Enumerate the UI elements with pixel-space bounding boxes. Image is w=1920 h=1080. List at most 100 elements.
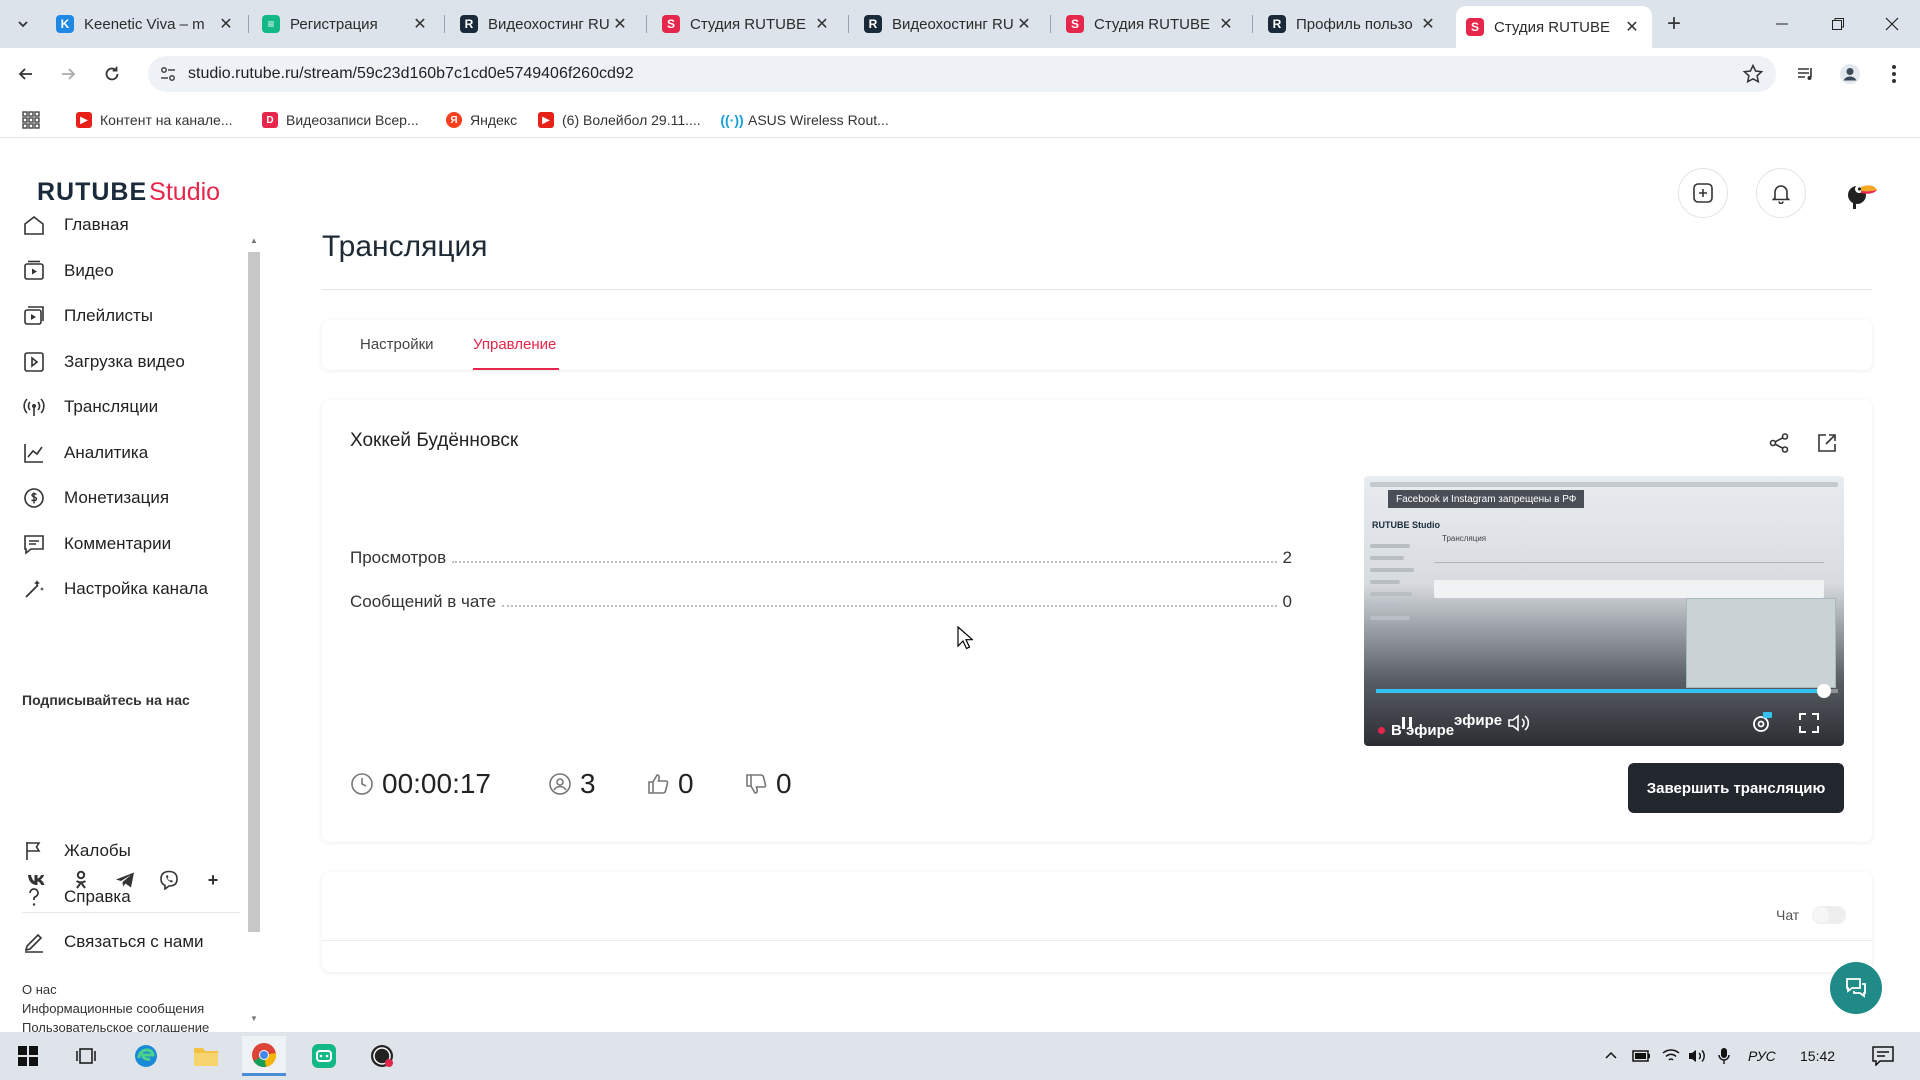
new-tab-button[interactable]: + — [1660, 10, 1688, 38]
task-view-button[interactable] — [64, 1036, 108, 1076]
sidebar: Главная Видео Плейлисты Загрузка видео Т… — [0, 215, 250, 1032]
preview-sidebar-line — [1370, 580, 1400, 584]
browser-menu-button[interactable] — [1878, 58, 1910, 90]
apps-button[interactable] — [22, 110, 40, 130]
sidebar-item-analytics[interactable]: Аналитика — [22, 438, 148, 468]
volume-tray-icon[interactable] — [1688, 1046, 1708, 1066]
reload-button[interactable] — [96, 58, 128, 90]
browser-tab[interactable]: ≡ Регистрация ✕ — [252, 6, 440, 42]
fullscreen-button[interactable] — [1796, 710, 1822, 736]
footer-link-about[interactable]: О нас — [22, 982, 57, 997]
rutube-favicon-icon: R — [864, 15, 882, 33]
back-button[interactable] — [10, 58, 42, 90]
window-close-button[interactable] — [1864, 0, 1920, 48]
sidebar-item-video[interactable]: Видео — [22, 256, 114, 286]
quality-settings-button[interactable] — [1748, 710, 1774, 736]
sidebar-item-help[interactable]: Справка — [22, 882, 131, 912]
close-icon[interactable]: ✕ — [410, 14, 430, 34]
sidebar-item-home[interactable]: Главная — [22, 210, 129, 240]
tab-separator — [646, 15, 647, 33]
sidebar-item-channel-settings[interactable]: Настройка канала — [22, 574, 208, 604]
rutube-studio-logo[interactable]: RUTUBE Studio — [37, 178, 220, 207]
bookmark-star-icon[interactable] — [1742, 63, 1764, 85]
scroll-down-arrow[interactable]: ▼ — [248, 1014, 260, 1026]
notification-center-button[interactable] — [1872, 1046, 1894, 1066]
minimize-button[interactable] — [1754, 0, 1810, 48]
close-icon[interactable]: ✕ — [812, 14, 832, 34]
explorer-taskbar-button[interactable] — [184, 1036, 228, 1076]
bookmark-item[interactable]: D Видеозаписи Всер... — [262, 110, 419, 130]
tab-management[interactable]: Управление — [473, 336, 556, 353]
browser-tab[interactable]: S Студия RUTUBE ✕ — [1056, 6, 1246, 42]
close-icon[interactable]: ✕ — [216, 14, 236, 34]
open-external-button[interactable] — [1812, 428, 1842, 458]
tab-search-button[interactable] — [8, 9, 38, 39]
sidebar-item-upload[interactable]: Загрузка видео — [22, 347, 185, 377]
end-stream-button[interactable]: Завершить трансляцию — [1628, 763, 1844, 813]
sidebar-item-comments[interactable]: Комментарии — [22, 529, 171, 559]
forward-button[interactable] — [52, 58, 84, 90]
player-progress-knob[interactable] — [1817, 684, 1832, 698]
keenetic-favicon-icon: K — [56, 15, 74, 33]
sidebar-item-label: Загрузка видео — [64, 352, 185, 371]
sidebar-scrollbar[interactable] — [248, 252, 260, 932]
edge-taskbar-button[interactable] — [124, 1036, 168, 1076]
sidebar-item-contact[interactable]: Связаться с нами — [22, 927, 204, 957]
sidebar-item-broadcasts[interactable]: Трансляции — [22, 392, 158, 422]
profile-button[interactable] — [1834, 58, 1866, 90]
close-icon[interactable]: ✕ — [1418, 14, 1438, 34]
bookmark-item[interactable]: Я Яндекс — [446, 110, 517, 130]
footer-link-agreement[interactable]: Пользовательское соглашение — [22, 1020, 209, 1032]
sidebar-item-complaints[interactable]: Жалобы — [22, 836, 131, 866]
support-chat-button[interactable] — [1830, 962, 1882, 1014]
windows-logo-icon — [18, 1046, 38, 1066]
obs-taskbar-button[interactable] — [360, 1036, 404, 1076]
browser-tab[interactable]: R Видеохостинг RU ✕ — [854, 6, 1044, 42]
notifications-button[interactable] — [1756, 168, 1806, 218]
avatar[interactable] — [1836, 168, 1886, 218]
battery-tray-icon[interactable] — [1632, 1046, 1652, 1066]
scroll-up-arrow[interactable]: ▲ — [248, 236, 260, 248]
browser-tab[interactable]: K Keenetic Viva – m ✕ — [46, 6, 246, 42]
preview-sidebar — [1370, 536, 1426, 666]
create-button[interactable] — [1678, 168, 1728, 218]
share-button[interactable] — [1764, 428, 1794, 458]
restore-button[interactable] — [1810, 0, 1866, 48]
browser-tab[interactable]: R Профиль пользо ✕ — [1258, 6, 1448, 42]
media-control-button[interactable] — [1790, 58, 1822, 90]
close-icon[interactable]: ✕ — [1216, 14, 1236, 34]
tray-expand-icon[interactable] — [1604, 1046, 1618, 1066]
close-icon[interactable]: ✕ — [610, 14, 630, 34]
close-icon[interactable]: ✕ — [1014, 14, 1034, 34]
clock[interactable]: 15:42 — [1800, 1046, 1835, 1066]
bookmark-item[interactable]: ▶ (6) Волейбол 29.11.... — [538, 110, 701, 130]
footer-link-info[interactable]: Информационные сообщения — [22, 1001, 204, 1016]
bookmark-item[interactable]: ▶ Контент на канале... — [76, 110, 233, 130]
volume-button[interactable] — [1506, 710, 1532, 736]
start-button[interactable] — [6, 1036, 50, 1076]
browser-tab-active[interactable]: S Студия RUTUBE ✕ — [1456, 6, 1652, 48]
bookmark-item[interactable]: ((·)) ASUS Wireless Rout... — [720, 110, 888, 130]
language-indicator[interactable]: РУС — [1748, 1046, 1776, 1066]
live-preview-player[interactable]: Facebook и Instagram запрещены в РФ RUTU… — [1364, 476, 1844, 746]
rutube-favicon-icon: R — [460, 15, 478, 33]
site-settings-icon[interactable] — [158, 64, 178, 84]
tab-settings[interactable]: Настройки — [360, 336, 434, 353]
stat-value: 0 — [1282, 592, 1292, 611]
browser-tab[interactable]: S Студия RUTUBE ✕ — [652, 6, 842, 42]
network-tray-icon[interactable] — [1662, 1046, 1680, 1066]
microphone-tray-icon[interactable] — [1718, 1046, 1730, 1066]
sidebar-item-monetization[interactable]: Монетизация — [22, 483, 169, 513]
sidebar-item-playlists[interactable]: Плейлисты — [22, 301, 153, 331]
browser-tab[interactable]: R Видеохостинг RU ✕ — [450, 6, 640, 42]
battery-icon — [1632, 1050, 1650, 1062]
chat-toggle[interactable] — [1812, 906, 1846, 924]
app-taskbar-button[interactable] — [302, 1036, 346, 1076]
close-icon[interactable]: ✕ — [1622, 17, 1642, 37]
more-socials-button[interactable]: + — [198, 865, 228, 895]
viber-social-icon[interactable] — [154, 865, 184, 895]
arrow-right-icon — [62, 68, 76, 80]
player-progress-bar[interactable] — [1376, 684, 1838, 698]
chrome-taskbar-button[interactable] — [242, 1036, 286, 1076]
address-bar[interactable]: studio.rutube.ru/stream/59c23d160b7c1cd0… — [148, 56, 1776, 92]
